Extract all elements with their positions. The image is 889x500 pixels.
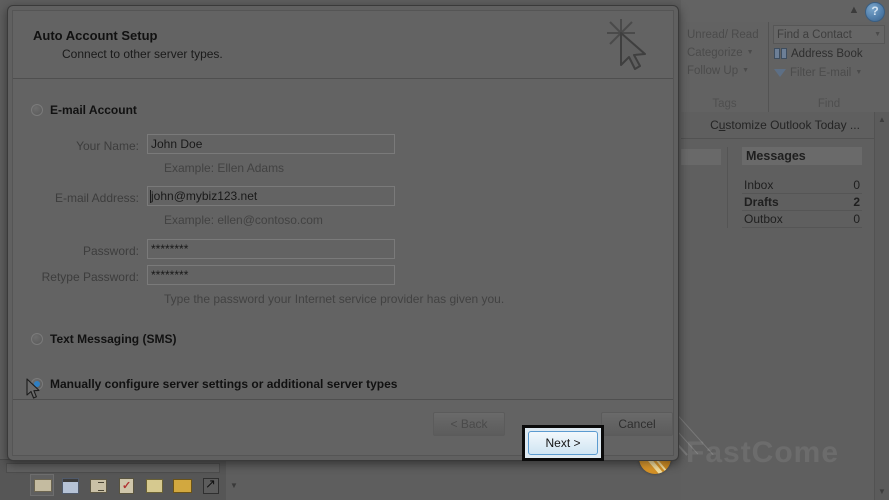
folder-count: 2 <box>853 195 860 209</box>
radio-manual-configure[interactable]: Manually configure server settings or ad… <box>31 377 397 391</box>
scroll-up-icon[interactable]: ▲ <box>875 113 889 127</box>
next-button[interactable]: Next > <box>528 431 598 455</box>
dialog-body: E-mail Account Your Name: John Doe Examp… <box>13 79 673 399</box>
mail-icon[interactable] <box>30 474 54 496</box>
retype-password-hint: Type the password your Internet service … <box>164 292 505 306</box>
radio-indicator <box>31 333 43 345</box>
password-input[interactable]: ******** <box>147 239 395 259</box>
calendar-icon[interactable] <box>58 474 82 496</box>
back-button[interactable]: < Back <box>433 412 505 436</box>
folder-name: Drafts <box>744 195 779 209</box>
ribbon-item-label: Categorize <box>687 47 743 59</box>
outlook-today-body: Messages Inbox 0 Drafts 2 Outbox 0 <box>681 139 889 489</box>
radio-text-messaging[interactable]: Text Messaging (SMS) <box>31 332 176 346</box>
ribbon-item-label: Unread/ Read <box>687 29 759 41</box>
address-book-button[interactable]: Address Book <box>769 44 889 63</box>
navigation-bar: ▼ <box>0 459 238 500</box>
address-book-label: Address Book <box>791 47 863 60</box>
customize-prefix: C <box>710 118 719 132</box>
scroll-down-icon[interactable]: ▼ <box>875 485 889 499</box>
folder-count: 0 <box>853 212 860 226</box>
radio-indicator-selected <box>31 378 43 390</box>
messages-row-drafts[interactable]: Drafts 2 <box>742 194 862 211</box>
folder-name: Inbox <box>744 178 774 192</box>
filter-email-button[interactable]: Filter E-mail ▼ <box>769 63 889 82</box>
ribbon-group-find: Find a Contact ▼ Address Book Filter E-m… <box>769 22 889 112</box>
messages-row-outbox[interactable]: Outbox 0 <box>742 211 862 228</box>
email-address-hint: Example: ellen@contoso.com <box>164 213 323 227</box>
ribbon-group-tags: Unread/ Read Categorize ▼ Follow Up ▼ Ta… <box>681 22 769 112</box>
chevron-down-icon: ▼ <box>855 69 863 76</box>
funnel-icon <box>774 68 786 77</box>
radio-indicator <box>31 104 43 116</box>
page-subtitle: Connect to other server types. <box>62 47 223 61</box>
radio-email-account[interactable]: E-mail Account <box>31 103 137 117</box>
ribbon-item-categorize[interactable]: Categorize ▼ <box>687 44 762 62</box>
radio-label: Manually configure server settings or ad… <box>50 377 398 391</box>
find-a-contact-input[interactable]: Find a Contact ▼ <box>773 25 885 44</box>
chevron-down-icon: ▼ <box>746 49 754 56</box>
folder-name: Outbox <box>744 212 783 226</box>
your-name-hint: Example: Ellen Adams <box>164 161 285 175</box>
notes-icon[interactable] <box>142 474 166 496</box>
folder-count: 0 <box>853 178 860 192</box>
retype-password-input[interactable]: ******** <box>147 265 395 285</box>
customize-suffix: stomize Outlook Today ... <box>725 118 860 132</box>
filter-email-label: Filter E-mail <box>790 66 852 79</box>
shortcuts-icon[interactable] <box>198 474 222 496</box>
ribbon-groups: Unread/ Read Categorize ▼ Follow Up ▼ Ta… <box>681 22 889 112</box>
ribbon-item-follow-up[interactable]: Follow Up ▼ <box>687 62 762 80</box>
folder-list-icon[interactable] <box>170 474 194 496</box>
retype-password-label: Retype Password: <box>41 270 139 284</box>
find-a-contact-label: Find a Contact <box>777 28 852 41</box>
ribbon: ▲ ? Unread/ Read Categorize ▼ Follow Up … <box>681 0 889 113</box>
tasks-icon[interactable] <box>114 474 138 496</box>
password-label: Password: <box>82 244 139 258</box>
chevron-down-icon: ▼ <box>742 67 750 74</box>
cancel-button[interactable]: Cancel <box>601 412 673 436</box>
address-book-icon <box>774 48 787 59</box>
dialog-inner-frame: Auto Account Setup Connect to other serv… <box>12 10 674 456</box>
ribbon-item-unread-read[interactable]: Unread/ Read <box>687 26 762 44</box>
ribbon-item-label: Follow Up <box>687 65 739 77</box>
page-title: Auto Account Setup <box>33 28 158 43</box>
chevron-down-icon[interactable]: ▼ <box>230 481 238 490</box>
ribbon-topbar: ▲ ? <box>681 0 889 22</box>
navigation-pane-splitter[interactable] <box>6 463 220 473</box>
contacts-icon[interactable] <box>86 474 110 496</box>
radio-label: Text Messaging (SMS) <box>50 332 177 346</box>
help-button[interactable]: ? <box>865 2 885 22</box>
your-name-label: Your Name: <box>76 139 139 153</box>
messages-title: Messages <box>742 147 862 165</box>
outlook-today-panel: Customize Outlook Today ... Messages Inb… <box>681 112 889 500</box>
customize-outlook-today-link[interactable]: Customize Outlook Today ... <box>681 112 889 139</box>
email-address-label: E-mail Address: <box>54 191 139 205</box>
navigation-icon-strip: ▼ <box>30 474 238 496</box>
messages-row-inbox[interactable]: Inbox 0 <box>742 177 862 194</box>
ribbon-group-label-find: Find <box>817 98 841 110</box>
messages-section: Messages Inbox 0 Drafts 2 Outbox 0 <box>727 147 862 228</box>
radio-label: E-mail Account <box>50 103 137 117</box>
ribbon-group-label-tags: Tags <box>712 98 737 110</box>
auto-account-setup-dialog: Auto Account Setup Connect to other serv… <box>7 5 679 461</box>
email-address-input[interactable]: john@mybiz123.net <box>147 186 395 206</box>
vertical-scrollbar[interactable]: ▲ ▼ <box>874 112 889 500</box>
today-placeholder-block <box>681 149 721 165</box>
chevron-up-icon[interactable]: ▲ <box>847 4 861 16</box>
chevron-down-icon: ▼ <box>874 31 881 38</box>
your-name-input[interactable]: John Doe <box>147 134 395 154</box>
cursor-sparkle-icon <box>607 19 646 70</box>
dialog-header: Auto Account Setup Connect to other serv… <box>13 11 673 79</box>
